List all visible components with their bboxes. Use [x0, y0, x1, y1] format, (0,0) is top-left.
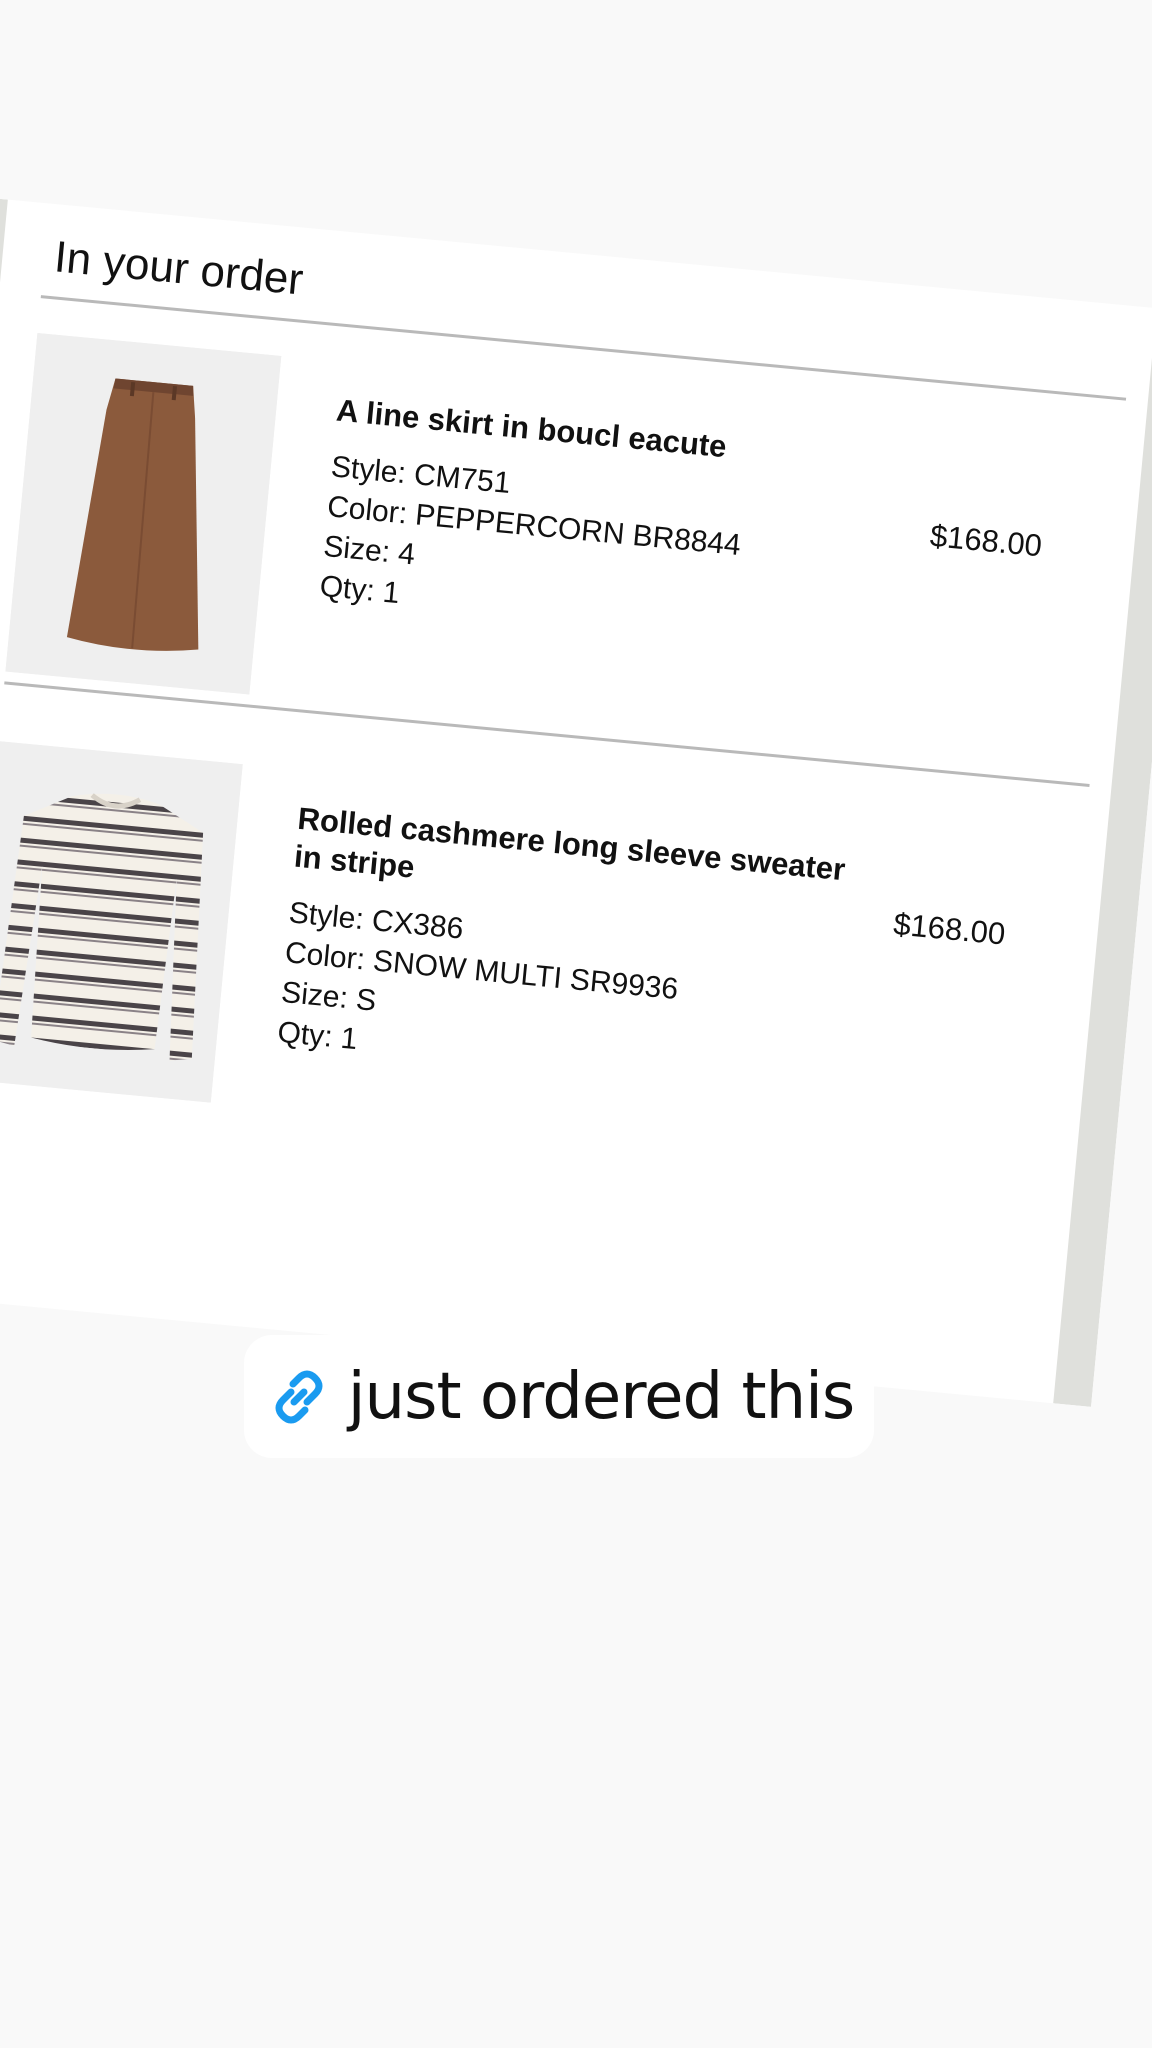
order-screenshot: In your order A line skirt in boucl eacu…: [0, 196, 1152, 1407]
product-price: $168.00: [891, 906, 1007, 952]
order-item: Rolled cashmere long sleeve sweater in s…: [0, 741, 1064, 1180]
link-icon: [275, 1370, 323, 1423]
skirt-image: [5, 332, 282, 695]
striped-sweater-image: [0, 741, 243, 1103]
order-item: A line skirt in boucl eacute Style: CM75…: [5, 332, 1102, 772]
order-title: In your order: [52, 232, 306, 305]
link-sticker[interactable]: just ordered this: [244, 1335, 874, 1458]
sticker-text: just ordered this: [347, 1359, 855, 1434]
product-price: $168.00: [928, 517, 1044, 564]
